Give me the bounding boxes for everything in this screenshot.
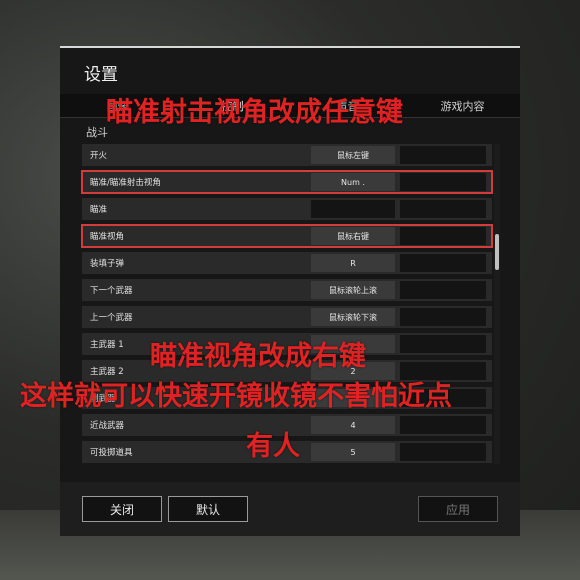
primary-key-slot[interactable] (311, 200, 395, 218)
primary-key-slot[interactable]: 鼠标滚轮上滚 (311, 281, 395, 299)
secondary-key-slot[interactable] (400, 335, 486, 353)
close-button[interactable]: 关闭 (82, 496, 162, 522)
section-title-combat: 战斗 (86, 126, 108, 139)
keybinding-row: 装填子弹 R (82, 252, 492, 274)
action-label: 瞄准 (90, 205, 108, 215)
keybinding-row-highlighted: 瞄准视角 鼠标右键 (81, 224, 493, 248)
secondary-key-slot[interactable] (400, 227, 486, 245)
action-label: 瞄准/瞄准射击视角 (90, 178, 161, 188)
default-button[interactable]: 默认 (168, 496, 248, 522)
annotation-bottom-line1: 这样就可以快速开镜收镜不害怕近点 (20, 381, 452, 412)
secondary-key-slot[interactable] (400, 416, 486, 434)
secondary-key-slot[interactable] (400, 173, 486, 191)
secondary-key-slot[interactable] (400, 254, 486, 272)
secondary-key-slot[interactable] (400, 200, 486, 218)
primary-key-slot[interactable]: 5 (311, 443, 395, 461)
keybinding-row: 瞄准 (82, 198, 492, 220)
secondary-key-slot[interactable] (400, 146, 486, 164)
action-label: 瞄准视角 (90, 232, 125, 242)
secondary-key-slot[interactable] (400, 281, 486, 299)
primary-key-slot[interactable]: 鼠标滚轮下滚 (311, 308, 395, 326)
annotation-bottom-line2: 有人 (246, 431, 300, 462)
primary-key-slot[interactable]: 4 (311, 416, 395, 434)
keybinding-list: 开火 鼠标左键 瞄准/瞄准射击视角 Num . 瞄准 瞄准视角 鼠标右键 装填子… (81, 144, 493, 468)
annotation-middle: 瞄准视角改成右键 (150, 341, 366, 372)
keybinding-row: 开火 鼠标左键 (82, 144, 492, 166)
annotation-top: 瞄准射击视角改成任意键 (106, 97, 403, 128)
secondary-key-slot[interactable] (400, 308, 486, 326)
dialog-title: 设置 (84, 65, 118, 85)
primary-key-slot[interactable]: 鼠标左键 (311, 146, 395, 164)
scrollbar-thumb[interactable] (495, 234, 499, 270)
secondary-key-slot[interactable] (400, 443, 486, 461)
keybinding-row: 下一个武器 鼠标滚轮上滚 (82, 279, 492, 301)
keybinding-scrollbar[interactable] (494, 144, 500, 464)
apply-button[interactable]: 应用 (418, 496, 498, 522)
keybinding-row: 上一个武器 鼠标滚轮下滚 (82, 306, 492, 328)
action-label: 上一个武器 (90, 313, 133, 323)
tab-gameplay[interactable]: 游戏内容 (405, 98, 520, 114)
action-label: 开火 (90, 151, 108, 161)
primary-key-slot[interactable]: R (311, 254, 395, 272)
primary-key-slot[interactable]: Num . (311, 173, 395, 191)
keybinding-row-highlighted: 瞄准/瞄准射击视角 Num . (81, 170, 493, 194)
action-label: 装填子弹 (90, 259, 125, 269)
dialog-footer: 关闭 默认 应用 (60, 482, 520, 536)
primary-key-slot[interactable]: 鼠标右键 (311, 227, 395, 245)
action-label: 下一个武器 (90, 286, 133, 296)
